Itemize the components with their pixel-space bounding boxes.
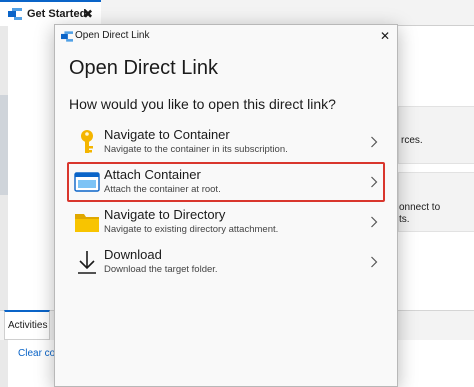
option-description: Navigate to existing directory attachmen… — [104, 224, 279, 235]
background-panel — [398, 26, 474, 100]
clear-completed-link[interactable]: Clear completed — [18, 348, 54, 359]
tab-get-started[interactable]: Get Started ✖ — [0, 0, 101, 26]
background-card[interactable]: onnect to ts. — [398, 172, 474, 232]
storage-explorer-icon — [8, 8, 22, 20]
container-window-icon — [74, 172, 100, 192]
option-title: Attach Container — [104, 167, 201, 182]
option-navigate-to-container[interactable]: Navigate to Container Navigate to the co… — [67, 122, 385, 162]
dialog-titlebar: Open Direct Link ✕ — [55, 25, 397, 47]
background-card[interactable]: rces. — [398, 106, 474, 164]
chevron-right-icon — [371, 216, 378, 228]
option-description: Download the target folder. — [104, 264, 218, 275]
option-attach-container[interactable]: Attach Container Attach the container at… — [67, 162, 385, 202]
open-direct-link-dialog: Open Direct Link ✕ Open Direct Link How … — [54, 24, 398, 387]
option-description: Attach the container at root. — [104, 184, 221, 195]
option-navigate-to-directory[interactable]: Navigate to Directory Navigate to existi… — [67, 202, 385, 242]
background-card-text: onnect to — [399, 202, 441, 213]
activities-content — [398, 340, 474, 387]
dialog-title: Open Direct Link — [75, 30, 150, 41]
option-title: Navigate to Directory — [104, 207, 226, 222]
key-icon — [81, 130, 93, 153]
folder-icon — [75, 214, 99, 232]
option-download[interactable]: Download Download the target folder. — [67, 242, 385, 282]
left-sidebar-section — [0, 95, 8, 195]
activities-label: Activities — [8, 320, 48, 331]
dialog-heading: Open Direct Link — [69, 57, 218, 79]
background-card-text: ts. — [399, 214, 410, 225]
option-title: Navigate to Container — [104, 127, 230, 142]
dialog-question: How would you like to open this direct l… — [69, 96, 336, 112]
chevron-right-icon — [371, 176, 378, 188]
background-card-text: rces. — [401, 135, 423, 146]
download-arrow-icon — [78, 251, 96, 274]
option-title: Download — [104, 247, 162, 262]
storage-explorer-icon — [61, 31, 73, 42]
tab-close-icon[interactable]: ✖ — [83, 7, 93, 21]
close-button[interactable]: ✕ — [375, 26, 395, 46]
option-description: Navigate to the container in its subscri… — [104, 144, 288, 155]
chevron-right-icon — [371, 136, 378, 148]
chevron-right-icon — [371, 256, 378, 268]
tab-label: Get Started — [27, 8, 87, 20]
